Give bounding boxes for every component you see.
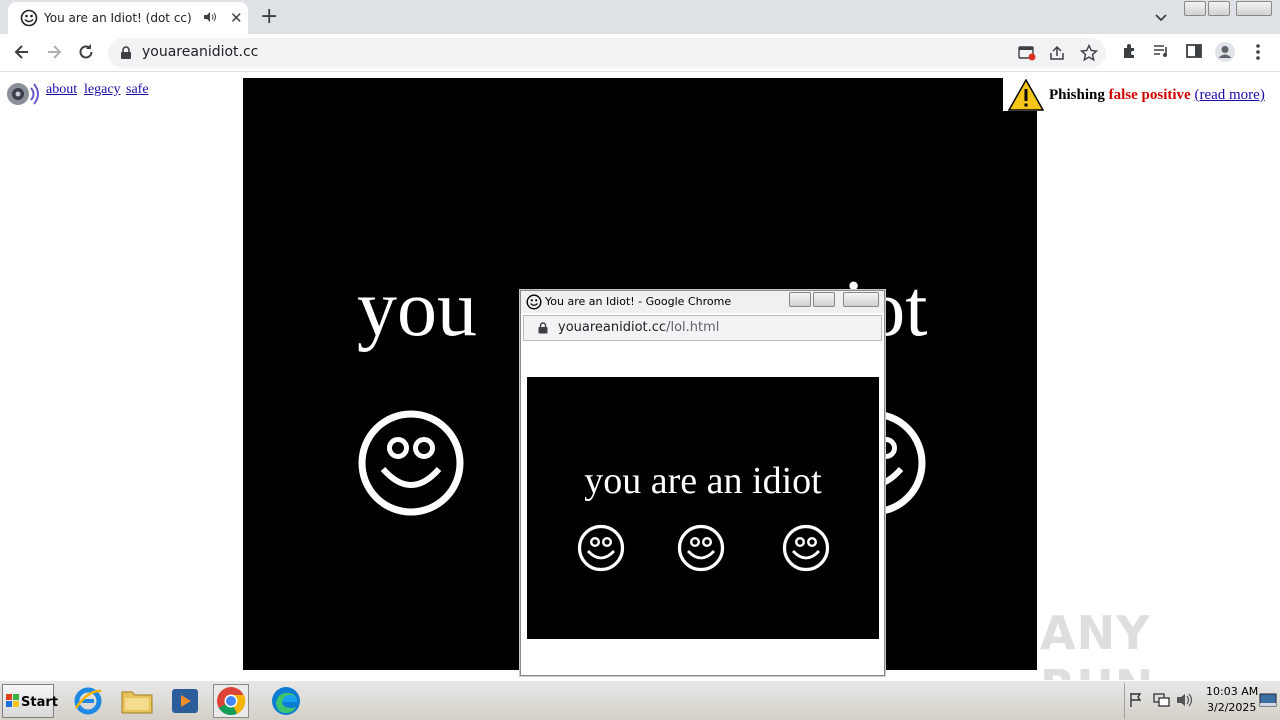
clock-date[interactable]: 3/2/2025 xyxy=(1207,701,1256,714)
tab-title: You are an Idiot! (dot cc) xyxy=(44,11,192,25)
safe-link[interactable]: safe xyxy=(126,82,149,98)
show-desktop-icon[interactable] xyxy=(1259,693,1277,709)
more-menu-icon[interactable] xyxy=(1250,42,1266,62)
legacy-link[interactable]: legacy xyxy=(84,82,121,98)
lock-icon xyxy=(538,322,548,334)
smiley-favicon-icon xyxy=(20,9,38,27)
tab-strip: You are an Idiot! (dot cc) ✕ + xyxy=(0,0,1280,34)
speaker-icon[interactable] xyxy=(5,78,41,114)
network-icon[interactable] xyxy=(1152,692,1170,708)
warning-false-positive: false positive xyxy=(1108,87,1191,103)
address-bar[interactable]: youareanidiot.cc xyxy=(108,38,1106,68)
popup-maximize-button[interactable] xyxy=(813,292,835,307)
popup-url: youareanidiot.cc/lol.html xyxy=(558,320,719,335)
smiley-face-icon xyxy=(358,410,464,516)
forward-arrow-icon[interactable] xyxy=(44,42,64,62)
folder-icon xyxy=(121,691,153,714)
smiley-face-icon xyxy=(782,524,830,572)
internet-explorer-icon xyxy=(74,687,102,715)
phishing-warning: Phishing false positive (read more) xyxy=(1003,78,1280,111)
minimize-button[interactable] xyxy=(1184,1,1206,16)
active-tab[interactable]: You are an Idiot! (dot cc) ✕ xyxy=(8,2,248,34)
popup-video-text: you are an idiot xyxy=(584,460,822,502)
taskbar: Start xyxy=(0,680,1280,720)
smiley-favicon-icon xyxy=(526,294,542,310)
new-tab-button[interactable]: + xyxy=(260,4,278,29)
popup-title: You are an Idiot! - Google Chrome xyxy=(545,295,732,308)
read-more-link[interactable]: (read more) xyxy=(1194,87,1264,103)
profile-avatar-icon[interactable] xyxy=(1214,41,1236,63)
popup-window[interactable]: You are an Idiot! - Google Chrome youare… xyxy=(520,290,885,676)
popup-url-host: youareanidiot.cc xyxy=(558,320,667,335)
smiley-face-icon xyxy=(577,524,625,572)
popup-blocked-icon[interactable] xyxy=(1018,45,1036,61)
windows-logo-icon xyxy=(6,694,19,707)
tab-close-icon[interactable]: ✕ xyxy=(230,9,243,27)
popup-address-bar[interactable]: youareanidiot.cc/lol.html xyxy=(523,315,882,341)
url-text: youareanidiot.cc xyxy=(142,44,259,60)
popup-titlebar[interactable]: You are an Idiot! - Google Chrome xyxy=(521,291,884,313)
start-label: Start xyxy=(21,695,58,710)
chrome-icon xyxy=(217,687,246,716)
warning-phishing-label: Phishing xyxy=(1049,87,1109,103)
bookmark-star-icon[interactable] xyxy=(1080,44,1098,62)
close-window-button[interactable] xyxy=(1236,1,1272,16)
smiley-face-icon xyxy=(677,524,725,572)
tray-divider xyxy=(1124,683,1125,719)
taskbar-media-player[interactable] xyxy=(167,684,203,718)
popup-url-path: /lol.html xyxy=(666,320,720,335)
taskbar-edge[interactable] xyxy=(268,684,304,718)
edge-icon xyxy=(272,687,300,715)
action-center-flag-icon[interactable] xyxy=(1128,692,1144,708)
back-arrow-icon[interactable] xyxy=(12,42,32,62)
media-player-icon xyxy=(172,689,198,713)
media-control-icon[interactable] xyxy=(1152,42,1170,60)
share-icon[interactable] xyxy=(1048,45,1066,61)
chevron-down-icon[interactable] xyxy=(1152,8,1170,26)
taskbar-ie[interactable] xyxy=(70,684,106,718)
extensions-puzzle-icon[interactable] xyxy=(1121,42,1139,60)
reload-icon[interactable] xyxy=(76,42,96,62)
side-panel-icon[interactable] xyxy=(1185,42,1203,60)
about-link[interactable]: about xyxy=(46,82,77,98)
popup-close-button[interactable] xyxy=(843,292,879,307)
taskbar-explorer[interactable] xyxy=(119,684,155,718)
clock-time[interactable]: 10:03 AM xyxy=(1206,685,1258,698)
lock-icon[interactable] xyxy=(120,46,132,60)
browser-toolbar: youareanidiot.cc xyxy=(0,34,1280,72)
maximize-button[interactable] xyxy=(1208,1,1230,16)
popup-video-player[interactable]: you are an idiot xyxy=(527,377,879,639)
speaker-audio-icon[interactable] xyxy=(203,10,217,24)
volume-icon[interactable] xyxy=(1176,692,1194,708)
video-word-you: you xyxy=(357,265,477,353)
warning-text: Phishing false positive (read more) xyxy=(1049,87,1265,104)
warning-icon xyxy=(1008,79,1044,111)
popup-minimize-button[interactable] xyxy=(789,292,811,307)
start-button[interactable]: Start xyxy=(2,684,58,718)
taskbar-chrome[interactable] xyxy=(213,684,249,718)
